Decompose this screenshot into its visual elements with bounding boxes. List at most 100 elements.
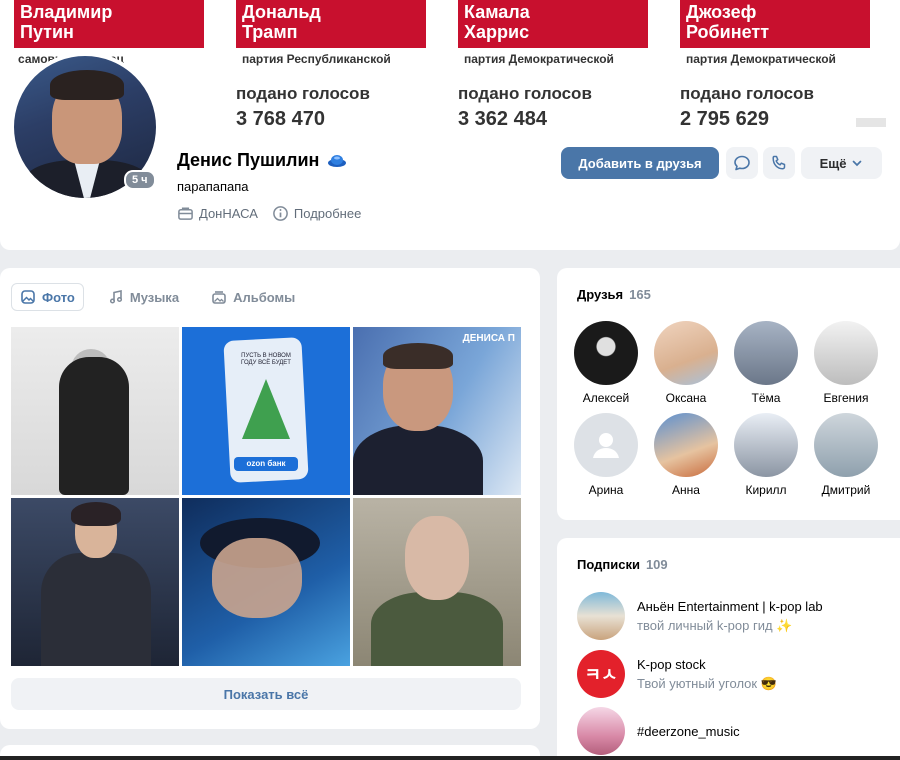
subscription-name: K-pop stock [637,656,706,672]
photo-thumbnail[interactable]: ПУСТЬ В НОВОМ ГОДУ ВСЁ БУДЕТ ozon банк [182,327,350,495]
phone-icon [772,155,786,170]
subscription-avatar [577,707,625,755]
friend-item[interactable]: Кирилл [726,413,806,497]
candidate-votes-label: подано голосов [458,84,592,103]
tab-albums-label: Альбомы [233,289,296,305]
candidate-votes: 3 362 484 [458,108,547,127]
friend-item[interactable]: Арина [566,413,646,497]
candidate-first-name: Дональд [242,2,321,22]
friend-avatar [814,321,878,385]
add-friend-button[interactable]: Добавить в друзья [561,147,719,179]
candidate-party: партия Республиканской [242,52,391,66]
friend-name: Дмитрий [821,483,871,497]
music-icon [109,290,122,304]
tab-music[interactable]: Музыка [100,283,187,311]
friends-count: 165 [629,287,651,302]
candidate-votes-label: подано голосов [236,84,370,103]
friend-item[interactable]: Евгения [806,321,886,405]
profile-meta: ДонНАСА Подробнее [177,205,361,222]
friends-header[interactable]: Друзья 165 [577,287,651,302]
subscription-item[interactable]: ㅋㅅ K-pop stock Твой уютный уголок 😎 [577,650,777,698]
profile-work-label: ДонНАСА [199,206,258,221]
subscriptions-header[interactable]: Подписки 109 [577,557,668,572]
friend-avatar [574,321,638,385]
info-icon [273,206,288,221]
photo-caption: ДЕНИСА П [462,333,515,344]
more-button-label: Ещё [819,155,847,171]
friend-item[interactable]: Оксана [646,321,726,405]
candidate-last-name: Путин [20,22,74,42]
friends-title: Друзья [577,287,624,302]
friends-grid: Алексей Оксана Тёма Евгения Арина Анна К… [566,321,886,497]
subscription-avatar [577,592,625,640]
cap-emoji-icon [328,154,347,167]
briefcase-icon [178,207,193,220]
photo-card-text: ПУСТЬ В НОВОМ ГОДУ ВСЁ БУДЕТ [241,353,291,366]
friend-name: Кирилл [745,483,787,497]
profile-card: Владимир Путин самовыдвиженец Дональд Тр… [0,0,900,250]
candidate-votes: 2 795 629 [680,108,769,127]
friend-item[interactable]: Тёма [726,321,806,405]
tab-photos-label: Фото [42,289,75,305]
candidate-first-name: Джозеф [686,2,757,22]
candidate-votes-label: подано голосов [680,84,814,103]
photo-thumbnail[interactable] [11,327,179,495]
cover-decoration [856,118,886,127]
tab-music-label: Музыка [129,289,180,305]
candidate-first-name: Владимир [20,2,113,22]
friend-item[interactable]: Алексей [566,321,646,405]
subscription-description: твой личный k-pop гид ✨ [637,617,793,633]
candidate-last-name: Трамп [242,22,298,42]
friend-item[interactable]: Анна [646,413,726,497]
friend-name: Оксана [665,391,707,405]
subscription-item[interactable]: #deerzone_music [577,707,740,755]
subscription-item[interactable]: Аньён Entertainment | k-pop lab твой лич… [577,592,823,640]
profile-more-info[interactable]: Подробнее [272,205,361,222]
cover-candidate-2: Дональд Трамп партия Республиканской под… [236,0,436,127]
subscription-name: Аньён Entertainment | k-pop lab [637,598,823,614]
tab-albums[interactable]: Альбомы [203,283,303,311]
subscriptions-title: Подписки [577,557,640,572]
photo-thumbnail[interactable] [353,498,521,666]
tab-photos[interactable]: Фото [11,283,84,311]
candidate-party: партия Демократической [464,52,614,66]
photo-thumbnail[interactable]: ДЕНИСА П [353,327,521,495]
cover-candidate-3: Камала Харрис партия Демократической под… [458,0,658,127]
subscription-avatar: ㅋㅅ [577,650,625,698]
friend-avatar [654,413,718,477]
friend-avatar [734,321,798,385]
profile-more-info-label: Подробнее [293,206,362,221]
friend-avatar [814,413,878,477]
profile-work[interactable]: ДонНАСА [177,205,258,222]
default-user-icon [593,433,619,458]
profile-name: Денис Пушилин [177,150,320,170]
candidate-last-name: Харрис [464,22,530,42]
friend-avatar [574,413,638,477]
candidate-first-name: Камала [464,2,530,22]
candidate-last-name: Робинетт [686,22,770,42]
friend-item[interactable]: Дмитрий [806,413,886,497]
friend-avatar [654,321,718,385]
candidate-votes: 3 768 470 [236,108,325,127]
friend-name: Анна [672,483,700,497]
friend-name: Тёма [751,391,781,405]
chevron-down-icon [853,160,862,167]
profile-name-row: Денис Пушилин [177,150,347,171]
subscriptions-count: 109 [645,557,668,572]
media-tabs: Фото Музыка Альбомы [11,283,303,311]
last-seen-badge: 5 ч [124,170,156,190]
more-button[interactable]: Ещё [801,147,882,179]
albums-icon [212,291,226,304]
show-all-photos-button[interactable]: Показать всё [11,678,521,710]
message-button[interactable] [726,147,758,179]
friend-name: Арина [588,483,624,497]
photo-icon [21,290,35,304]
message-icon [734,155,750,171]
photo-thumbnail[interactable] [182,498,350,666]
call-button[interactable] [763,147,795,179]
subscription-name: #deerzone_music [637,723,740,739]
friend-name: Алексей [582,391,630,405]
friend-name: Евгения [823,391,869,405]
photo-thumbnail[interactable] [11,498,179,666]
profile-status: парапапапа [177,179,249,194]
